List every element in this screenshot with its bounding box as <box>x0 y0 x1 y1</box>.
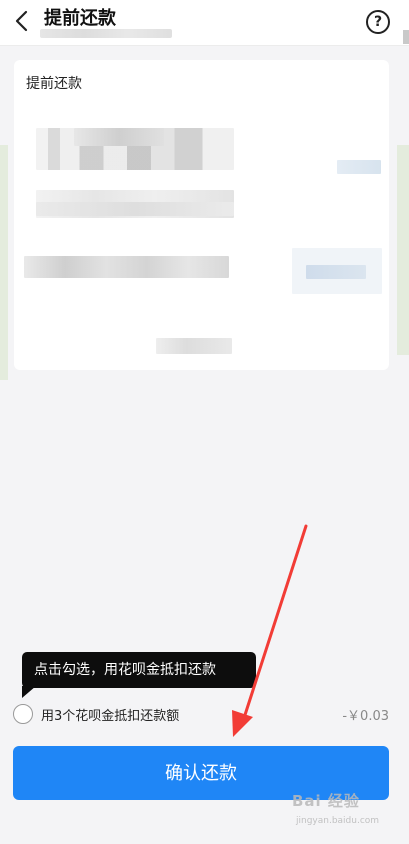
page-title: 提前还款 <box>44 8 116 29</box>
hint-tooltip: 点击勾选，用花呗金抵扣还款 <box>22 652 256 688</box>
card-title: 提前还款 <box>26 76 82 92</box>
watermark-url: jingyan.baidu.com <box>296 816 380 826</box>
huabei-coin-label: 用3个花呗金抵扣还款额 <box>41 709 180 724</box>
huabei-coin-checkbox[interactable] <box>13 704 33 724</box>
watermark-brand: Bai 经验 <box>292 792 360 810</box>
blurred-bill-row <box>24 256 229 278</box>
blurred-subtitle <box>40 29 172 38</box>
blurred-description-line <box>36 202 234 216</box>
baidu-jingyan-watermark: Bai 经验 jingyan.baidu.com <box>292 790 402 838</box>
repayment-card: 提前还款 <box>14 60 389 370</box>
back-arrow-icon[interactable] <box>10 8 36 34</box>
edge-mark <box>403 30 409 44</box>
blurred-action-label <box>306 265 366 279</box>
blurred-amount-detail <box>74 128 164 146</box>
app-header: 提前还款 ? <box>0 0 409 46</box>
background-strip-right <box>397 145 409 355</box>
huabei-coin-option[interactable]: 用3个花呗金抵扣还款额 -￥0.03 <box>0 693 409 733</box>
blurred-more-link[interactable] <box>156 338 232 354</box>
huabei-coin-amount: -￥0.03 <box>342 709 389 724</box>
help-icon[interactable]: ? <box>366 10 390 34</box>
background-strip-left <box>0 145 8 380</box>
blurred-link <box>337 160 381 174</box>
